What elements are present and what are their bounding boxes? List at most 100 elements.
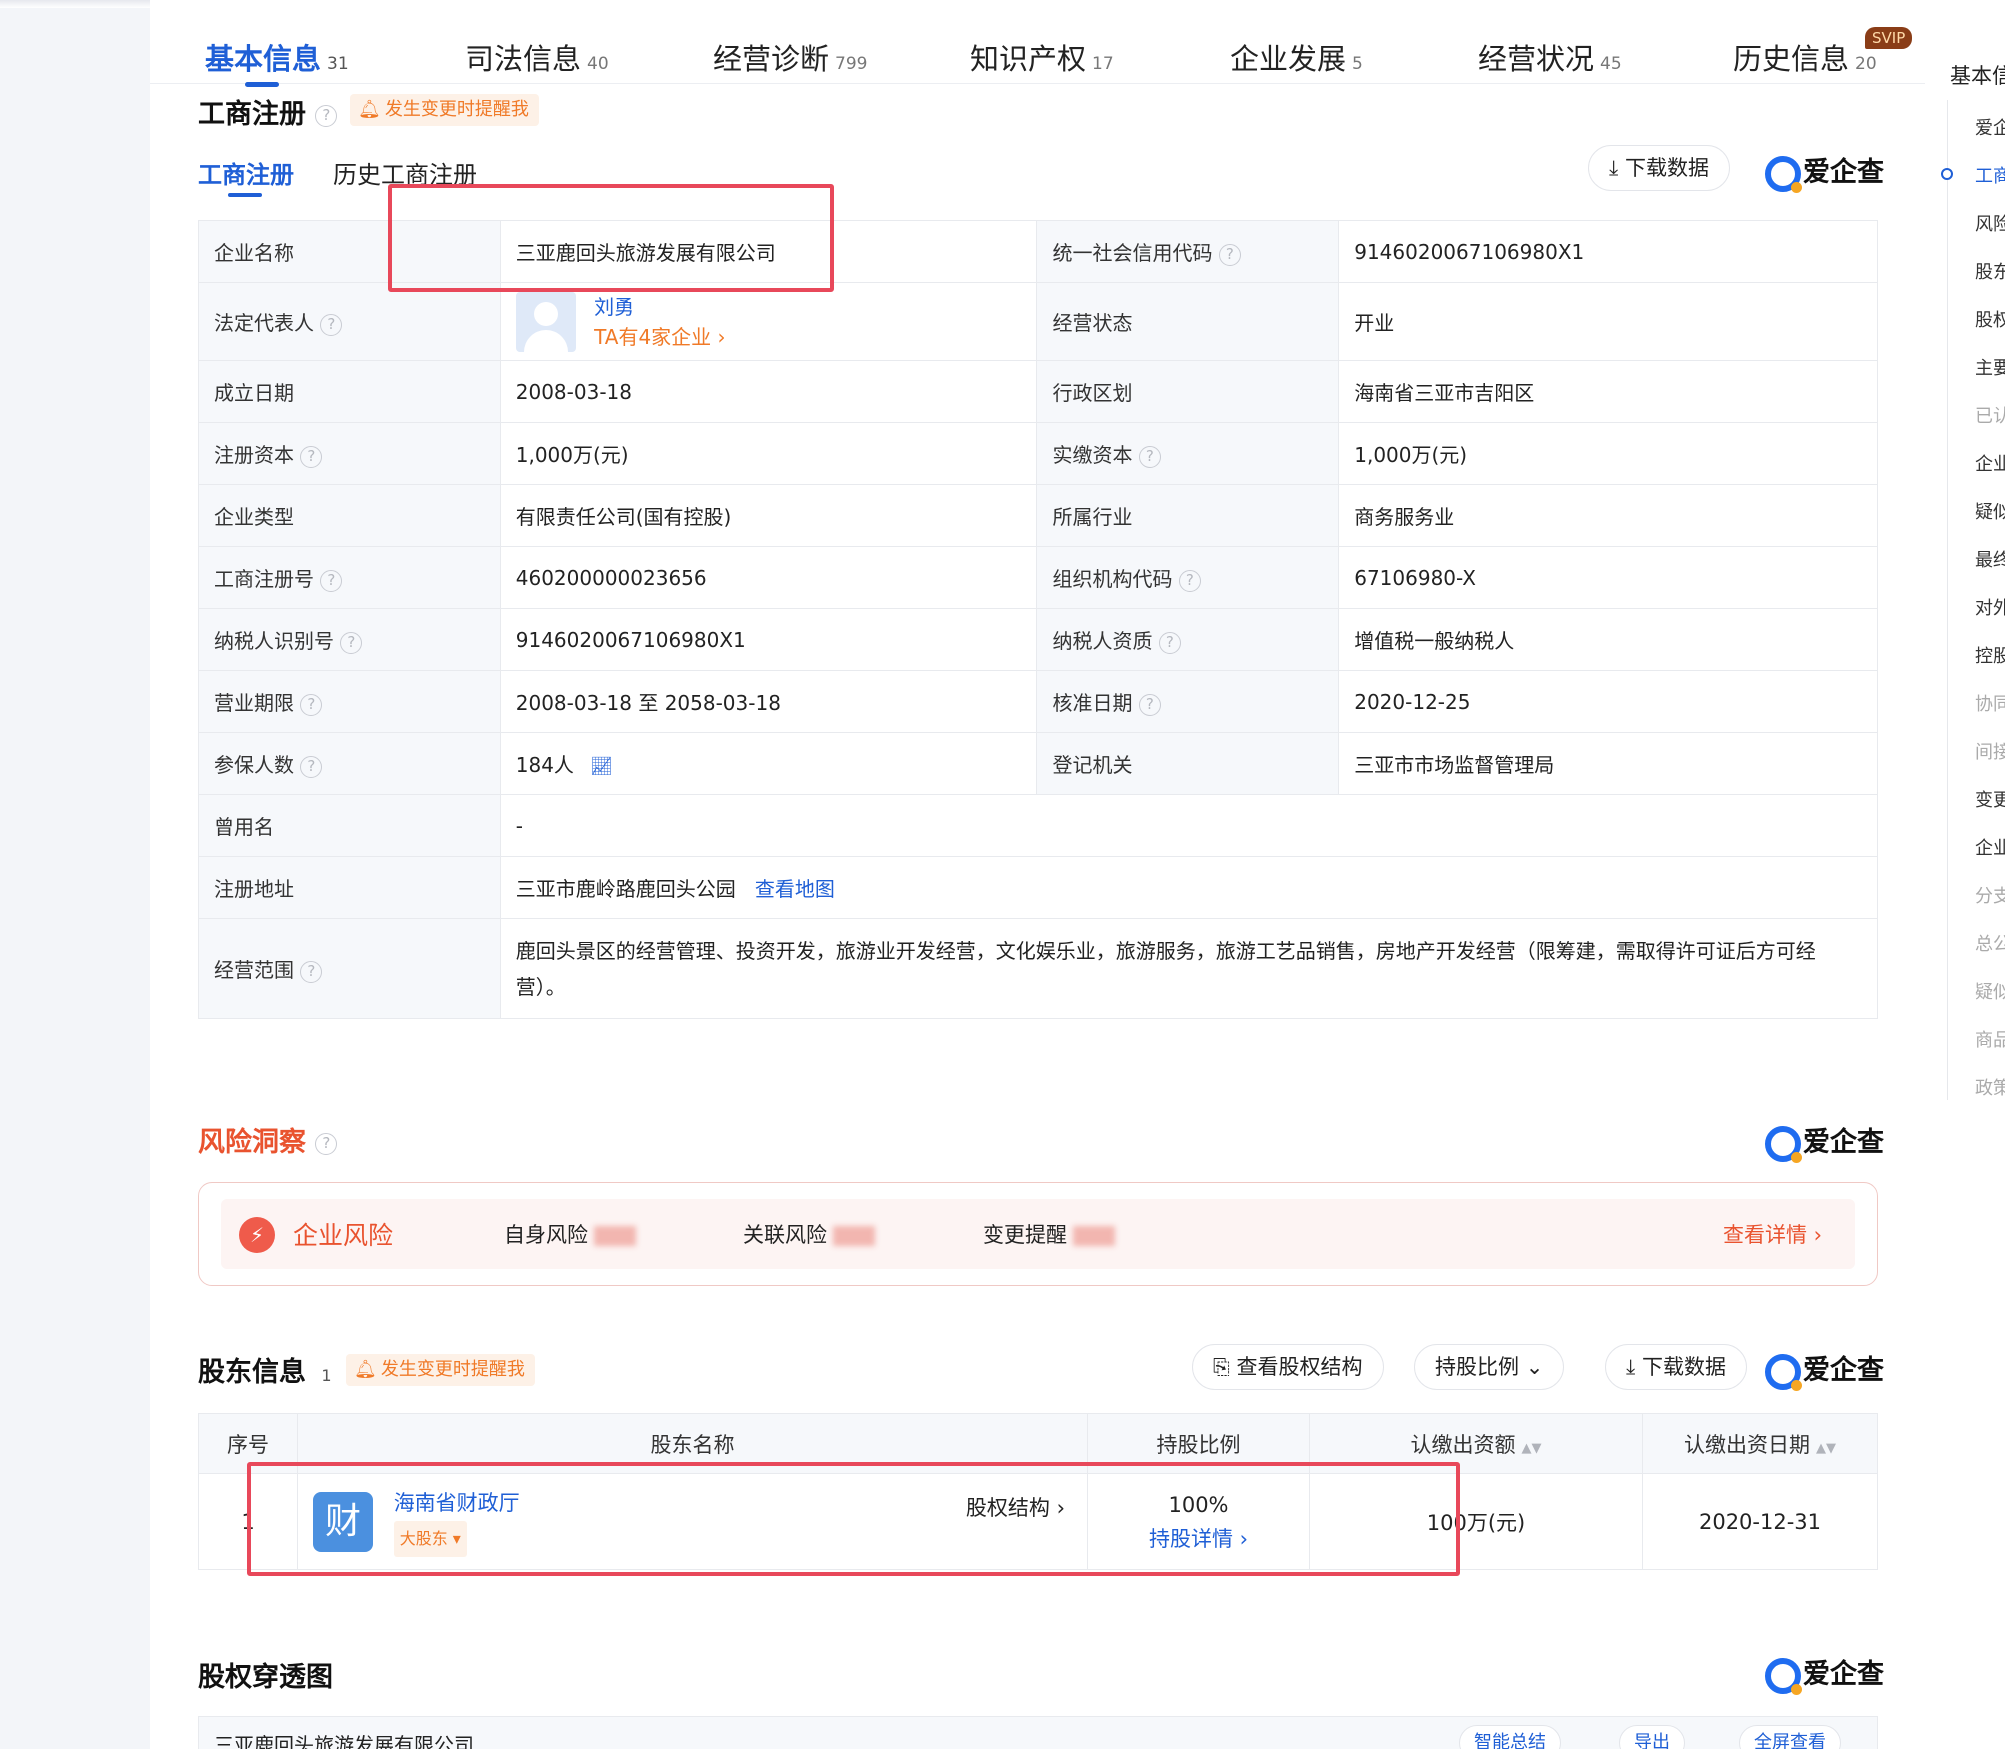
help-icon[interactable]: ? [300,693,323,716]
risk-item-label: 关联风险 [743,1223,827,1247]
help-icon[interactable]: ? [1138,693,1161,716]
label-capital: 注册资本 ? [198,422,501,485]
trend-chart-icon[interactable]: 📈︎ [590,756,613,777]
risk-item-related[interactable]: 关联风险 [743,1219,875,1249]
risk-label: 企业风险 [293,1221,394,1250]
bell-icon: 🔔︎ [354,1359,377,1380]
tab-count: 45 [1600,54,1622,74]
avatar[interactable] [515,291,576,352]
button-label: 持股比例 [1435,1355,1519,1379]
help-icon[interactable]: ? [300,755,323,778]
fullscreen-button[interactable]: 全屏查看 [1739,1725,1841,1749]
nav-item[interactable]: 协同 [1975,690,2005,716]
download-icon: ⤓ [1609,156,1619,180]
insured-count: 184人 [515,753,574,777]
help-icon[interactable]: ? [1158,631,1181,654]
help-icon[interactable]: ? [315,1132,338,1155]
label-credit-code: 统一社会信用代码 ? [1036,220,1340,283]
nav-item-active[interactable]: 工商 [1975,162,2005,188]
help-icon[interactable]: ? [315,104,338,127]
download-data-button[interactable]: ⤓ 下载数据 [1588,145,1730,191]
nav-item[interactable]: 最终 [1975,546,2005,572]
nav-item[interactable]: 商品 [1975,1026,2005,1052]
change-remind-button[interactable]: 🔔︎ 发生变更时提醒我 [346,1354,535,1386]
blurred-value [1073,1226,1115,1246]
help-icon[interactable]: ? [320,313,343,336]
nav-item[interactable]: 爱企 [1975,114,2005,140]
nav-item[interactable]: 主要 [1975,354,2005,380]
remind-label: 发生变更时提醒我 [384,99,529,120]
nav-item[interactable]: 股权 [1975,306,2005,332]
value-credit-code: 9146020067106980X1 [1338,220,1878,283]
change-remind-button[interactable]: 🔔︎ 发生变更时提醒我 [350,94,539,126]
tab-judicial[interactable]: 司法信息 40 [465,36,609,82]
ratio-dropdown[interactable]: 持股比例 ⌄ [1414,1344,1565,1390]
legal-rep-name-link[interactable]: 刘勇 [594,292,725,322]
tab-development[interactable]: 企业发展 5 [1230,36,1363,82]
help-icon[interactable]: ? [300,960,323,983]
aiqicha-logo: 爱企查 [1765,1652,1884,1695]
nav-item[interactable]: 政策 [1975,1074,2005,1100]
tab-ip[interactable]: 知识产权 17 [970,36,1114,82]
nav-item[interactable]: 间接 [1975,738,2005,764]
help-icon[interactable]: ? [1218,243,1241,266]
nav-item[interactable]: 风险 [1975,210,2005,236]
value-region: 海南省三亚市吉阳区 [1338,360,1878,423]
help-icon[interactable]: ? [1178,569,1201,592]
nav-title: 基本信 [1950,64,2005,88]
value-term: 2008-03-18 至 2058-03-18 [499,670,1038,733]
nav-item[interactable]: 股东 [1975,258,2005,284]
nav-item[interactable]: 控股 [1975,642,2005,668]
svip-badge: SVIP [1865,27,1913,49]
nav-item[interactable]: 变更 [1975,786,2005,812]
tab-operation[interactable]: 经营状况 45 [1478,36,1622,82]
header-date[interactable]: 认缴出资日期 ▲▼ [1642,1413,1878,1474]
label-text: 统一社会信用代码 [1052,241,1213,265]
tab-history[interactable]: 历史信息 20 [1733,36,1877,82]
brand-text: 爱企查 [1803,1659,1884,1690]
label-address: 注册地址 [198,856,501,919]
label-text: 组织机构代码 [1052,567,1173,591]
view-equity-structure-button[interactable]: ⎘ 查看股权结构 [1192,1344,1384,1390]
help-icon[interactable]: ? [300,445,323,468]
risk-item-self[interactable]: 自身风险 [504,1219,636,1249]
nav-item[interactable]: 企业 [1975,834,2005,860]
nav-item[interactable]: 分支 [1975,882,2005,908]
download-label: 下载数据 [1641,1355,1726,1379]
help-icon[interactable]: ? [1138,445,1161,468]
label-paid-capital: 实缴资本 ? [1036,422,1340,485]
label-legal-rep: 法定代表人 ? [198,282,501,361]
value-status: 开业 [1338,282,1878,361]
subtab-registration[interactable]: 工商注册 [198,155,294,197]
nav-item[interactable]: 企业 [1975,450,2005,476]
nav-item[interactable]: 总公 [1975,930,2005,956]
nav-item[interactable]: 对外 [1975,594,2005,620]
label-former-name: 曾用名 [198,794,501,857]
risk-detail-link[interactable]: 查看详情 › [1723,1219,1822,1249]
tab-count: 17 [1092,54,1114,74]
tab-diagnosis[interactable]: 经营诊断 799 [713,36,867,82]
legal-rep-companies-link[interactable]: TA有4家企业 › [594,322,725,352]
help-icon[interactable]: ? [320,569,343,592]
value-former-name: - [499,794,1879,857]
header-label: 认缴出资日期 [1684,1432,1810,1457]
tab-label: 经营状况 [1478,42,1595,76]
aiqicha-logo: 爱企查 [1765,150,1884,193]
help-icon[interactable]: ? [340,631,363,654]
value-scope: 鹿回头景区的经营管理、投资开发，旅游业开发经营，文化娱乐业，旅游服务，旅游工艺品… [499,918,1879,1019]
label-reg-no: 工商注册号 ? [198,546,501,609]
nav-item[interactable]: 疑似 [1975,978,2005,1004]
download-data-button[interactable]: ⤓ 下载数据 [1605,1344,1747,1390]
tab-basic-info[interactable]: 基本信息 31 [205,36,349,87]
label-region: 行政区划 [1036,360,1340,423]
export-button[interactable]: 导出 [1619,1725,1685,1749]
risk-item-change[interactable]: 变更提醒 [983,1219,1115,1249]
smart-summary-button[interactable]: 智能总结 [1459,1725,1561,1749]
view-map-link[interactable]: 查看地图 [755,877,835,901]
nav-item[interactable]: 已认 [1975,402,2005,428]
nav-item[interactable]: 疑似 [1975,498,2005,524]
remind-label: 发生变更时提醒我 [380,1359,525,1380]
tab-count: 20 [1855,54,1877,74]
label-approve-date: 核准日期 ? [1036,670,1340,733]
q-logo-icon [1765,1353,1802,1391]
